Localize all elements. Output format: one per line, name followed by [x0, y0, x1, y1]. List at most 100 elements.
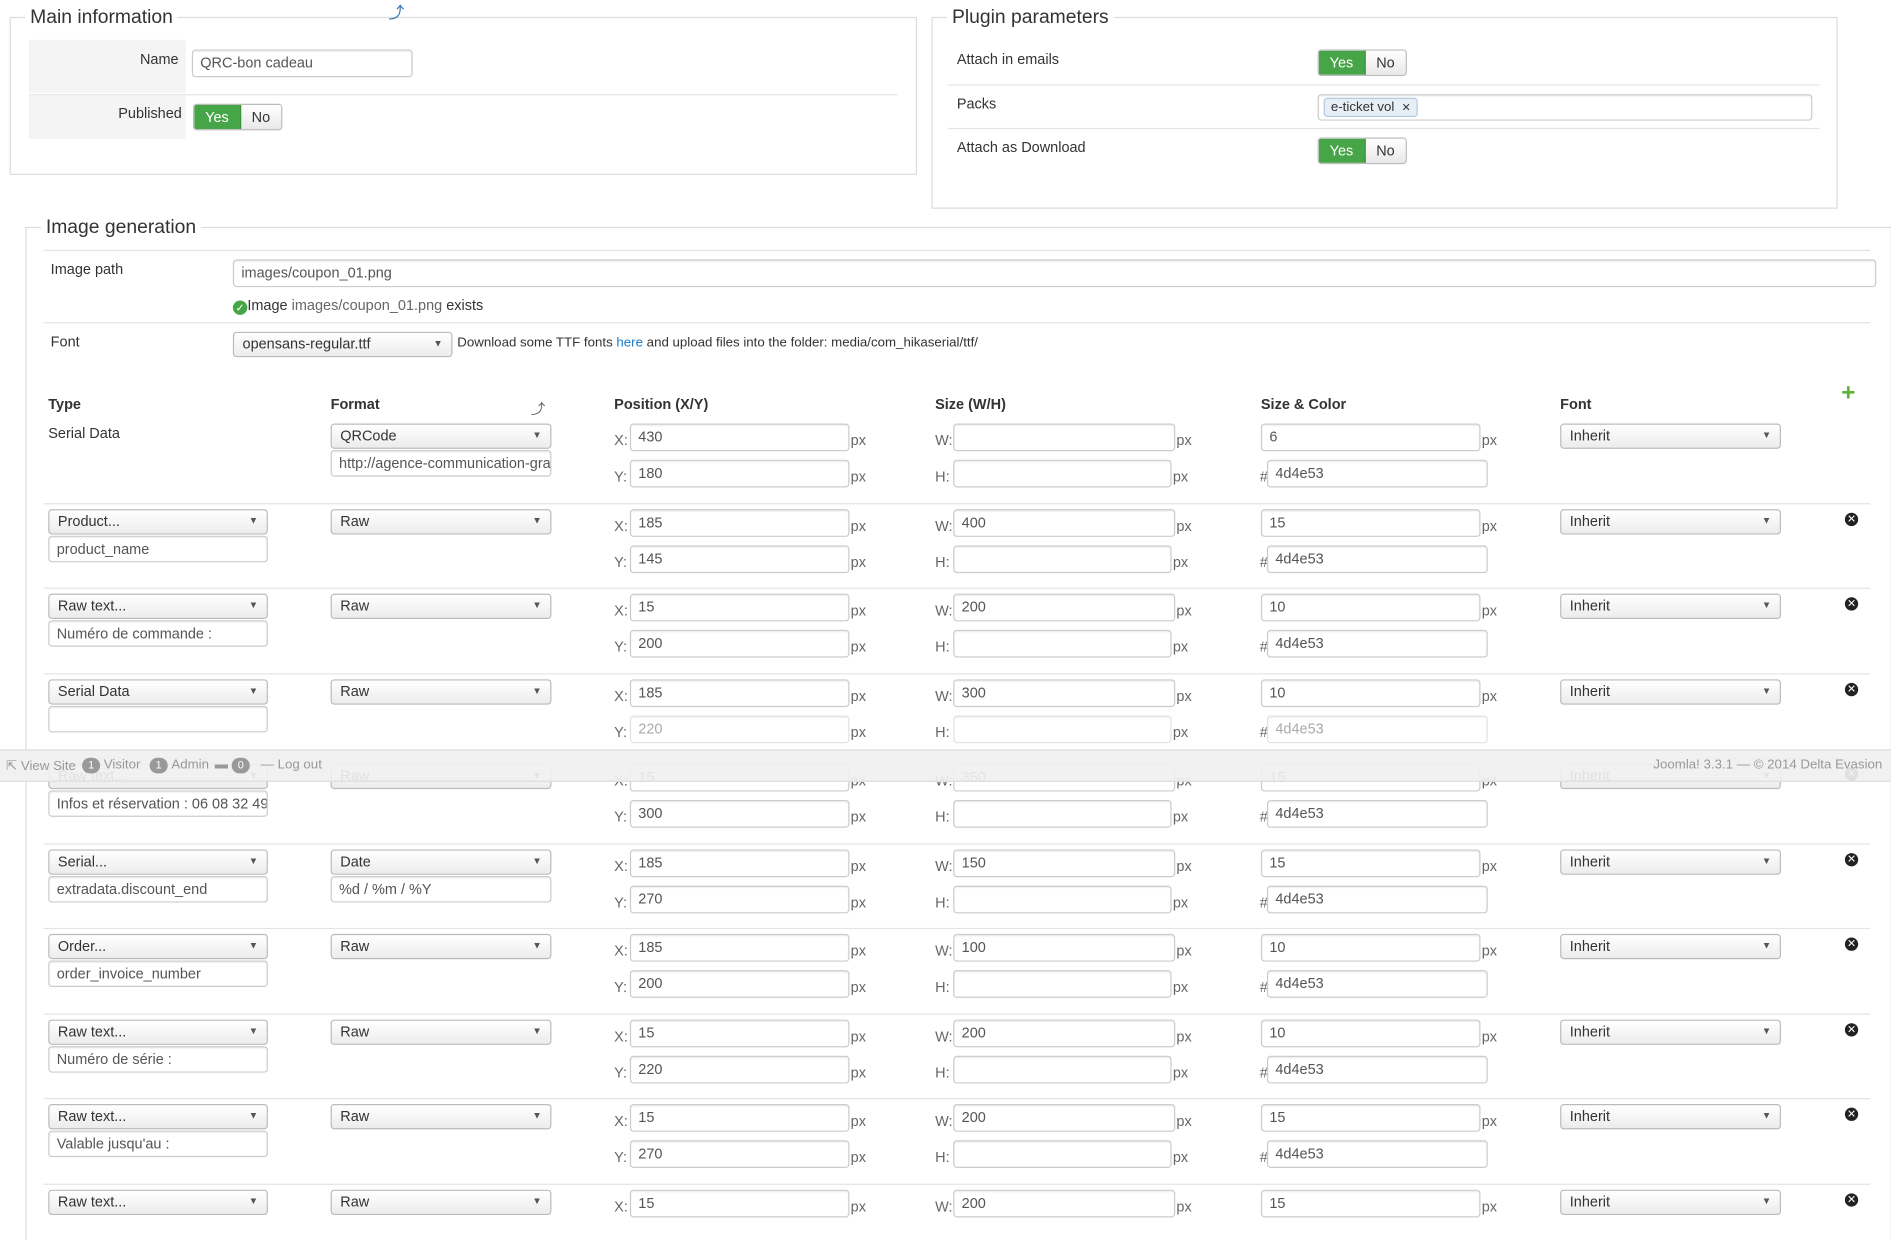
format-select[interactable]: Raw ▼ — [330, 1189, 552, 1216]
format-select[interactable]: Date ▼ — [330, 849, 552, 875]
h-input[interactable] — [953, 715, 1172, 744]
x-input[interactable]: 15 — [629, 1189, 850, 1218]
font-select[interactable]: opensans-regular.ttf ▼ — [232, 331, 453, 358]
messages-count[interactable]: ▬ 0 — [215, 757, 254, 774]
w-input[interactable]: 200 — [953, 593, 1176, 622]
font-row-select[interactable]: Inherit ▼ — [1560, 1104, 1781, 1130]
font-size-input[interactable]: 10 — [1260, 679, 1481, 708]
format-select[interactable]: Raw ▼ — [330, 1019, 552, 1045]
w-input[interactable]: 400 — [953, 509, 1176, 537]
remove-row-icon[interactable]: ✕ — [1844, 1193, 1859, 1207]
type-select[interactable]: Serial... ▼ — [48, 849, 268, 875]
y-input[interactable]: 200 — [629, 629, 850, 658]
attach-download-no-button[interactable]: No — [1365, 138, 1406, 163]
y-input[interactable]: 220 — [629, 1055, 850, 1084]
font-size-input[interactable]: 15 — [1260, 1189, 1481, 1218]
type-select[interactable]: Raw text... ▼ — [48, 1189, 268, 1216]
published-toggle[interactable]: Yes No — [193, 103, 283, 131]
w-input[interactable]: 150 — [953, 849, 1176, 878]
w-input[interactable]: 100 — [953, 933, 1176, 962]
y-input[interactable]: 220 — [629, 715, 850, 744]
type-select[interactable]: Raw text... ▼ — [48, 1019, 268, 1045]
w-input[interactable] — [953, 423, 1176, 452]
x-input[interactable]: 15 — [629, 593, 850, 622]
view-site-link[interactable]: ⇱ View Site — [6, 758, 76, 773]
attach-emails-no-button[interactable]: No — [1365, 50, 1406, 75]
type-select[interactable]: Product... ▼ — [48, 509, 268, 535]
add-row-plus-icon[interactable]: + — [1841, 381, 1855, 405]
remove-row-icon[interactable]: ✕ — [1844, 1107, 1859, 1121]
remove-row-icon[interactable]: ✕ — [1844, 597, 1859, 611]
font-row-select[interactable]: Inherit ▼ — [1560, 1189, 1781, 1216]
remove-tag-icon[interactable]: ✕ — [1402, 101, 1411, 113]
font-row-select[interactable]: Inherit ▼ — [1560, 679, 1781, 705]
color-input[interactable]: 4d4e53 — [1266, 459, 1488, 488]
y-input[interactable]: 270 — [629, 885, 850, 914]
format-select[interactable]: Raw ▼ — [330, 593, 552, 619]
color-input[interactable]: 4d4e53 — [1266, 1055, 1488, 1084]
format-select[interactable]: Raw ▼ — [330, 679, 552, 705]
remove-row-icon[interactable]: ✕ — [1844, 937, 1859, 951]
pack-tag[interactable]: e-ticket vol ✕ — [1323, 97, 1418, 118]
font-size-input[interactable]: 10 — [1260, 933, 1481, 962]
format-value-input[interactable]: http://agence-communication-graphi — [330, 450, 552, 477]
h-input[interactable] — [953, 545, 1172, 574]
font-help-link[interactable]: here — [616, 335, 643, 349]
x-input[interactable]: 430 — [629, 423, 850, 452]
x-input[interactable]: 15 — [629, 1019, 850, 1048]
color-input[interactable]: 4d4e53 — [1266, 885, 1488, 914]
type-value-input[interactable]: product_name — [48, 535, 268, 563]
y-input[interactable]: 180 — [629, 459, 850, 488]
format-value-input[interactable]: %d / %m / %Y — [330, 875, 552, 903]
font-size-input[interactable]: 10 — [1260, 1019, 1481, 1048]
font-row-select[interactable]: Inherit ▼ — [1560, 933, 1781, 960]
type-value-input[interactable]: order_invoice_number — [48, 960, 268, 987]
h-input[interactable] — [953, 799, 1172, 828]
attach-download-yes-button[interactable]: Yes — [1318, 138, 1366, 163]
h-input[interactable] — [953, 970, 1172, 998]
h-input[interactable] — [953, 629, 1172, 658]
font-size-input[interactable]: 15 — [1260, 1104, 1481, 1132]
format-select[interactable]: QRCode ▼ — [330, 423, 552, 449]
type-select[interactable]: Order... ▼ — [48, 933, 268, 960]
font-row-select[interactable]: Inherit ▼ — [1560, 593, 1781, 619]
type-value-input[interactable]: Numéro de commande : — [48, 620, 268, 647]
attach-emails-toggle[interactable]: Yes No — [1317, 49, 1407, 77]
h-input[interactable] — [953, 459, 1172, 488]
remove-row-icon[interactable]: ✕ — [1844, 853, 1859, 867]
x-input[interactable]: 185 — [629, 679, 850, 708]
type-value-input[interactable]: extradata.discount_end — [48, 875, 268, 903]
font-size-input[interactable]: 10 — [1260, 593, 1481, 622]
font-size-input[interactable]: 6 — [1260, 423, 1481, 452]
name-input[interactable]: QRC-bon cadeau — [191, 49, 413, 78]
type-select[interactable]: Raw text... ▼ — [48, 1104, 268, 1130]
remove-row-icon[interactable]: ✕ — [1844, 1023, 1859, 1037]
format-select[interactable]: Raw ▼ — [330, 509, 552, 535]
font-row-select[interactable]: Inherit ▼ — [1560, 509, 1781, 535]
y-input[interactable]: 300 — [629, 799, 850, 828]
font-row-select[interactable]: Inherit ▼ — [1560, 423, 1781, 449]
w-input[interactable]: 300 — [953, 679, 1176, 708]
x-input[interactable]: 15 — [629, 1104, 850, 1132]
attach-emails-yes-button[interactable]: Yes — [1318, 50, 1366, 75]
font-row-select[interactable]: Inherit ▼ — [1560, 849, 1781, 875]
type-value-input[interactable]: Infos et réservation : 06 08 32 49 59 — [48, 790, 268, 817]
y-input[interactable]: 270 — [629, 1140, 850, 1168]
h-input[interactable] — [953, 1055, 1172, 1084]
published-yes-button[interactable]: Yes — [194, 104, 241, 130]
remove-row-icon[interactable]: ✕ — [1844, 682, 1859, 697]
type-select[interactable]: Raw text... ▼ — [48, 593, 268, 619]
x-input[interactable]: 185 — [629, 509, 850, 537]
font-row-select[interactable]: Inherit ▼ — [1560, 1019, 1781, 1045]
remove-row-icon[interactable]: ✕ — [1844, 512, 1859, 527]
color-input[interactable]: 4d4e53 — [1266, 629, 1488, 658]
w-input[interactable]: 200 — [953, 1019, 1176, 1048]
y-input[interactable]: 200 — [629, 970, 850, 998]
type-value-input[interactable] — [48, 705, 268, 733]
font-size-input[interactable]: 15 — [1260, 849, 1481, 878]
x-input[interactable]: 185 — [629, 849, 850, 878]
image-path-input[interactable]: images/coupon_01.png — [232, 259, 1877, 288]
published-no-button[interactable]: No — [240, 104, 282, 130]
type-select[interactable]: Serial Data ▼ — [48, 679, 268, 705]
h-input[interactable] — [953, 885, 1172, 914]
